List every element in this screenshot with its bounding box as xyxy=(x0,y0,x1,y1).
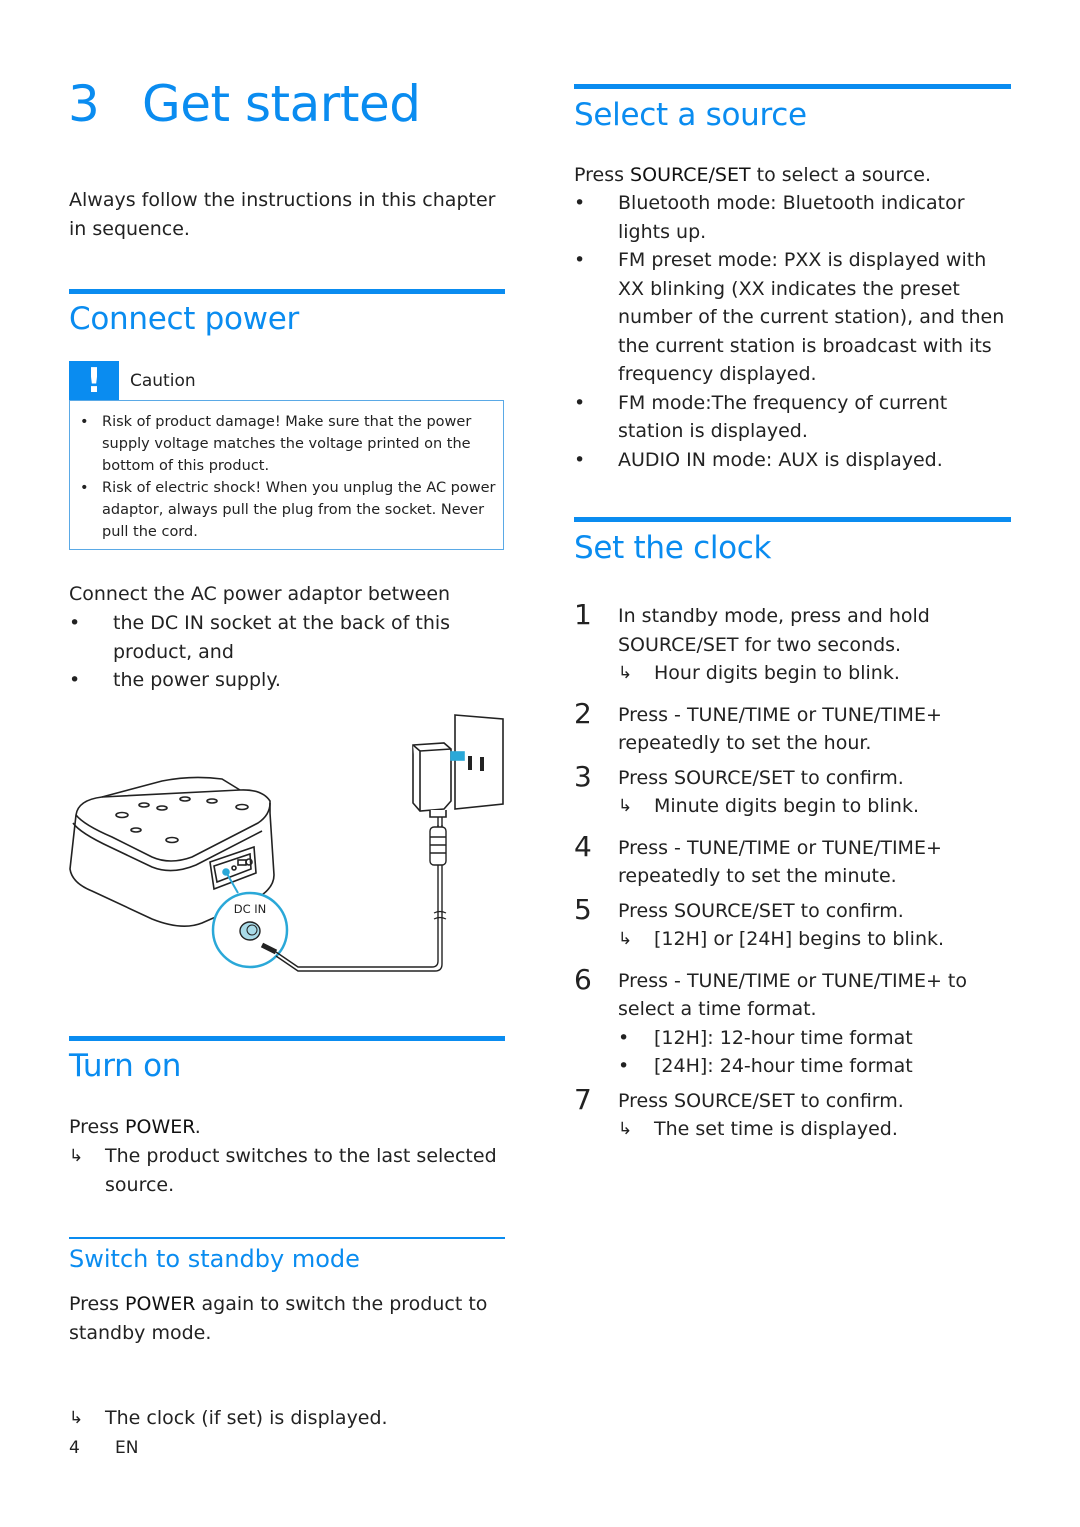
chapter-title-text: Get started xyxy=(142,75,421,133)
source-bullets: • Bluetooth mode: Bluetooth indicator lig… xyxy=(574,189,1014,474)
heading-standby: Switch to standby mode xyxy=(69,1245,360,1273)
step-item: 4 Press - TUNE/TIME or TUNE/TIME+ repeat… xyxy=(574,829,942,888)
standby-result: ↳ The clock (if set) is displayed. xyxy=(69,1404,525,1433)
heading-set-clock: Set the clock xyxy=(574,530,772,566)
language-code: EN xyxy=(115,1438,139,1458)
section-rule xyxy=(574,84,1011,89)
power-cable xyxy=(260,810,447,972)
exclamation-icon: ! xyxy=(69,361,119,401)
step-item: 6 Press - TUNE/TIME or TUNE/TIME+ to sel… xyxy=(574,963,1014,1081)
turn-on-result: ↳ The product switches to the last select… xyxy=(69,1142,525,1199)
clock-steps: 1 In standby mode, press and hold SOURCE… xyxy=(574,598,1014,1144)
turn-on-instruction: Press POWER. xyxy=(69,1116,201,1138)
list-item: • FM mode:The frequency of current statio… xyxy=(574,391,948,443)
list-item: • [12H]: 12-hour time format xyxy=(618,1026,913,1049)
standby-instruction: Press POWER again to switch the product … xyxy=(69,1293,488,1344)
result-arrow-icon: ↳ xyxy=(618,929,633,949)
list-item: • the power supply. xyxy=(69,669,281,691)
list-item: • AUDIO IN mode: AUX is displayed. xyxy=(574,448,943,471)
step-item: 3 Press SOURCE/SET to confirm. ↳ Minute d… xyxy=(574,760,1014,821)
power-connection-illustration: DC IN xyxy=(69,714,504,972)
time-format-options: • [12H]: 12-hour time format • [24H]: 24-h… xyxy=(618,1024,1014,1081)
result-arrow-icon: ↳ xyxy=(69,1408,84,1428)
heading-connect-power: Connect power xyxy=(69,301,299,337)
chapter-intro: Always follow the instructions in this c… xyxy=(69,189,496,240)
adapter-illustration xyxy=(412,714,504,818)
step-item: 7 Press SOURCE/SET to confirm. ↳ The set … xyxy=(574,1083,1014,1144)
list-item: • Bluetooth mode: Bluetooth indicator lig… xyxy=(574,192,965,243)
result-arrow-icon: ↳ xyxy=(618,663,633,683)
result-arrow-icon: ↳ xyxy=(618,1119,633,1139)
section-rule xyxy=(69,1036,505,1041)
section-rule xyxy=(69,289,505,294)
step-item: 1 In standby mode, press and hold SOURCE… xyxy=(574,598,1014,688)
caution-label: Caution xyxy=(130,371,196,391)
list-item: • FM preset mode: PXX is displayed with X… xyxy=(574,249,1005,385)
connect-intro: Connect the AC power adaptor between xyxy=(69,583,451,605)
result-arrow-icon: ↳ xyxy=(618,796,633,816)
connect-bullets: • the DC IN socket at the back of this pr… xyxy=(69,609,469,695)
caution-item: • Risk of product damage! Make sure that … xyxy=(80,414,472,474)
page-footer: 4 EN xyxy=(69,1436,138,1460)
select-source-instruction: Press SOURCE/SET to select a source. xyxy=(574,164,932,186)
dc-in-label: DC IN xyxy=(234,902,267,916)
heading-turn-on: Turn on xyxy=(69,1048,182,1084)
step-item: 2 Press - TUNE/TIME or TUNE/TIME+ repeat… xyxy=(574,696,942,755)
step-item: 5 Press SOURCE/SET to confirm. ↳ [12H] or… xyxy=(574,893,1014,954)
list-item: • the DC IN socket at the back of this pr… xyxy=(69,612,451,663)
heading-select-source: Select a source xyxy=(574,97,807,133)
result-arrow-icon: ↳ xyxy=(69,1146,84,1166)
chapter-title: 3 Get started xyxy=(68,72,421,136)
page-number: 4 xyxy=(69,1438,80,1458)
caution-item: • Risk of electric shock! When you unplug… xyxy=(80,480,496,540)
caution-list: • Risk of product damage! Make sure that … xyxy=(80,411,500,543)
chapter-number: 3 xyxy=(68,75,100,133)
list-item: • [24H]: 24-hour time format xyxy=(618,1055,913,1077)
subsection-rule xyxy=(69,1237,505,1239)
section-rule xyxy=(574,517,1011,522)
